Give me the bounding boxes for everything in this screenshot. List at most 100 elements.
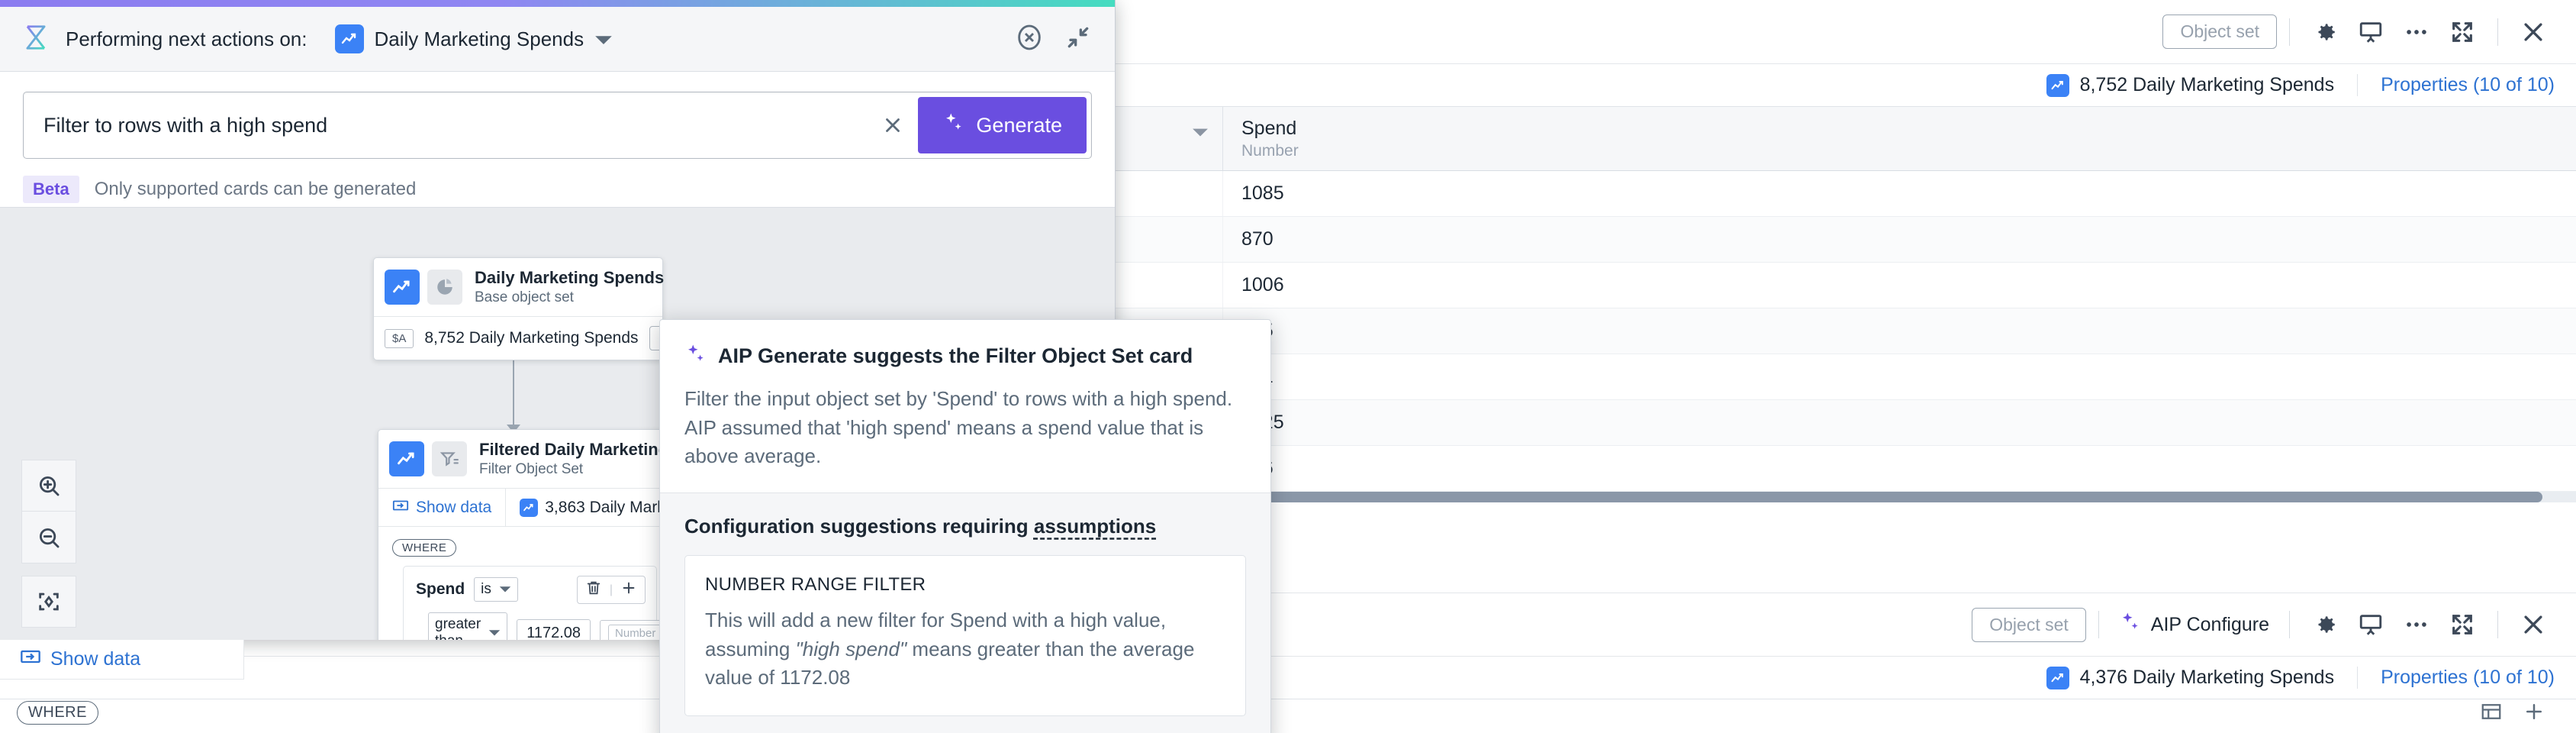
chevron-down-icon xyxy=(499,581,511,598)
sparkle-icon xyxy=(2119,611,2142,639)
zoom-controls: 44% xyxy=(21,460,76,640)
suggestion-label: NUMBER RANGE FILTER xyxy=(705,574,926,596)
presentation-icon[interactable] xyxy=(2354,608,2388,641)
close-icon[interactable] xyxy=(2516,15,2550,49)
popover-section-title-a: Configuration suggestions requiring xyxy=(684,515,1034,538)
zoom-in-icon[interactable] xyxy=(21,460,76,512)
aip-prompt-area: Filter to rows with a high spend Generat… xyxy=(0,72,1115,208)
filter-clause: | Spend is greater 1172.08 Number xyxy=(403,566,694,640)
column-header-4[interactable]: Spend Number xyxy=(1223,107,1528,170)
horizontal-scrollbar-thumb[interactable] xyxy=(1062,492,2542,502)
beta-row: Beta Only supported cards can be generat… xyxy=(23,176,1092,203)
popover-top: AIP Generate suggests the Filter Object … xyxy=(660,320,1270,492)
beta-note: Only supported cards can be generated xyxy=(94,179,417,199)
bottom-row-icons xyxy=(2480,700,2545,727)
toolbar-divider xyxy=(2497,18,2498,46)
aip-configure-label: AIP Configure xyxy=(2150,613,2269,635)
sparkle-icon xyxy=(684,343,707,370)
aip-target-label: Daily Marketing Spends xyxy=(374,27,584,50)
show-data-icon xyxy=(20,646,41,673)
clear-prompt-button[interactable] xyxy=(868,92,918,158)
sparkle-icon xyxy=(942,111,965,140)
close-icon[interactable] xyxy=(2516,608,2550,641)
expand-icon[interactable] xyxy=(2446,608,2479,641)
chevron-down-icon[interactable] xyxy=(594,27,613,51)
object-set-icon xyxy=(334,24,364,53)
table-cell-spend: 1085 xyxy=(1241,182,1284,204)
filter-property: Spend xyxy=(416,580,465,598)
show-data-fragment[interactable]: Show data xyxy=(0,640,244,680)
status-badge: Beta xyxy=(23,176,79,203)
toolbar-divider xyxy=(2497,611,2498,638)
filter-type-label: Number xyxy=(608,624,663,640)
gear-icon[interactable] xyxy=(2308,15,2342,49)
tab-show-data[interactable]: Show data xyxy=(378,489,507,526)
filter-value-input[interactable]: 1172.08 xyxy=(517,618,591,640)
toolbar-divider xyxy=(2289,611,2290,638)
graph-card-filter-object-set[interactable]: Filtered Daily Marketing Spends Filter O… xyxy=(378,429,883,640)
popover-section-title-assumptions[interactable]: assumptions xyxy=(1034,515,1156,538)
aip-suggestion-popover: AIP Generate suggests the Filter Object … xyxy=(659,319,1271,733)
bottom-subheader: 4,376 Daily Marketing Spends Properties … xyxy=(0,657,2576,699)
object-set-icon xyxy=(2046,73,2069,97)
filter-is-label: is xyxy=(481,581,491,597)
aip-panel-header: Performing next actions on: Daily Market… xyxy=(0,7,1115,72)
card-header: Filtered Daily Marketing Spends Filter O… xyxy=(378,430,734,488)
object-set-icon xyxy=(2046,666,2069,689)
object-count-top: 8,752 Daily Marketing Spends xyxy=(2046,73,2358,97)
popover-title-row: AIP Generate suggests the Filter Object … xyxy=(684,343,1246,370)
suggestion-text: This will add a new filter for Spend wit… xyxy=(705,606,1225,693)
object-set-badge-top[interactable]: Object set xyxy=(2162,15,2277,49)
toolbar-divider xyxy=(2289,18,2290,46)
card-filter-body: WHERE | Spend is greater 1172.08 Number xyxy=(378,526,694,640)
fit-to-screen-icon[interactable] xyxy=(21,576,76,628)
graph-card-base-object-set[interactable]: Daily Marketing Spends Base object set $… xyxy=(373,257,734,360)
more-icon[interactable] xyxy=(2400,15,2433,49)
popover-suggestion-box: NUMBER RANGE FILTER This will add a new … xyxy=(684,555,1246,717)
aip-configure-button[interactable]: AIP Configure xyxy=(2111,611,2277,639)
chevron-down-icon[interactable] xyxy=(1192,127,1209,141)
expand-icon[interactable] xyxy=(2446,15,2479,49)
filter-clause-actions: | xyxy=(576,576,646,604)
tab-show-data-label: Show data xyxy=(416,498,492,516)
collapse-icon[interactable] xyxy=(1063,22,1093,57)
generate-label: Generate xyxy=(976,113,1062,137)
generate-button[interactable]: Generate xyxy=(918,97,1087,153)
plus-icon[interactable] xyxy=(620,580,637,600)
panel-gradient-bar xyxy=(0,0,1115,7)
properties-link-top[interactable]: Properties (10 of 10) xyxy=(2357,74,2555,96)
card-header: Daily Marketing Spends Base object set xyxy=(374,258,665,316)
object-set-badge-bottom[interactable]: Object set xyxy=(1972,607,2086,642)
aip-header-label: Performing next actions on: xyxy=(66,27,308,50)
zoom-out-icon[interactable] xyxy=(21,512,76,563)
gear-icon[interactable] xyxy=(2308,608,2342,641)
suggestion-text-emphasis: "high spend" xyxy=(795,637,907,660)
plus-icon[interactable] xyxy=(2523,700,2545,727)
object-count-top-label: 8,752 Daily Marketing Spends xyxy=(2079,74,2335,95)
where-pill-fragment: WHERE xyxy=(17,701,98,725)
card-title: Daily Marketing Spends xyxy=(475,268,665,287)
popover-description: Filter the input object set by 'Spend' t… xyxy=(684,387,1233,468)
card-footer: $A 8,752 Daily Marketing Spends Object s… xyxy=(374,316,734,360)
filter-icon xyxy=(432,441,467,476)
column-name-4: Spend xyxy=(1241,118,1297,139)
filter-operator-select[interactable]: greater than xyxy=(428,612,508,640)
card-subtitle: Base object set xyxy=(475,289,574,305)
object-set-icon xyxy=(520,498,539,517)
chevron-down-icon xyxy=(488,625,501,640)
object-count-bottom-label: 4,376 Daily Marketing Spends xyxy=(2079,667,2335,688)
show-data-icon xyxy=(392,497,409,518)
card-badge: $A xyxy=(385,328,414,348)
more-icon[interactable] xyxy=(2400,608,2433,641)
prompt-input[interactable]: Filter to rows with a high spend xyxy=(24,92,868,158)
table-cell-spend: 1006 xyxy=(1241,274,1284,295)
stop-circle-icon[interactable] xyxy=(1014,22,1045,57)
trash-icon[interactable] xyxy=(585,580,602,600)
filter-is-select[interactable]: is xyxy=(474,577,518,602)
card-count: 8,752 Daily Marketing Spends xyxy=(424,329,639,347)
card-tabs: Show data 3,863 Daily Marketing Spends P… xyxy=(378,488,883,526)
presentation-icon[interactable] xyxy=(2354,15,2388,49)
properties-link-bottom[interactable]: Properties (10 of 10) xyxy=(2357,667,2555,689)
aip-target-selector[interactable]: Daily Marketing Spends xyxy=(334,24,613,53)
table-icon[interactable] xyxy=(2480,700,2503,727)
